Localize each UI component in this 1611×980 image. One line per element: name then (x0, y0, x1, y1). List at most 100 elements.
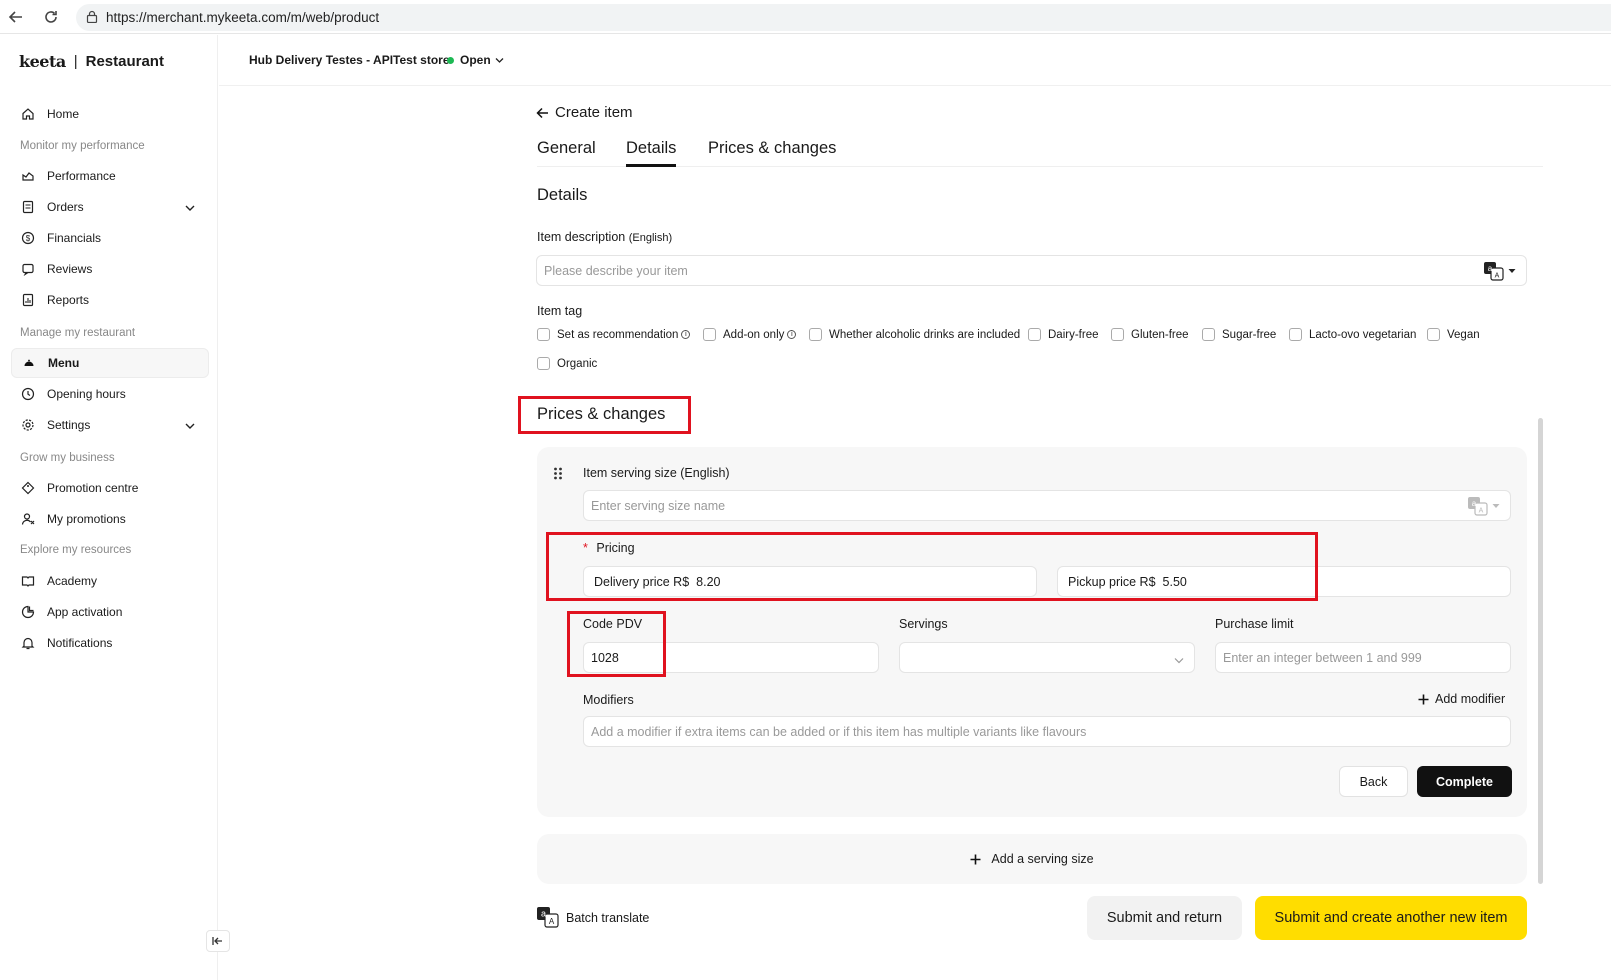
add-serving-size-label: Add a serving size (991, 852, 1094, 866)
back-button[interactable]: Back (1339, 766, 1408, 797)
batch-translate-button[interactable]: aA Batch translate (536, 906, 649, 929)
tag-label: Organic (557, 357, 598, 370)
sidebar-item-home[interactable]: Home (11, 99, 209, 129)
sidebar-item-label: Reviews (47, 262, 93, 276)
modifiers-input[interactable]: Add a modifier if extra items can be add… (583, 716, 1511, 747)
submit-and-return-button[interactable]: Submit and return (1087, 896, 1242, 940)
sidebar-item-financials[interactable]: $ Financials (11, 223, 209, 253)
drag-handle-icon[interactable] (553, 467, 563, 483)
tag-checkbox[interactable]: Add-on only i (703, 328, 797, 341)
checkbox[interactable] (1028, 328, 1041, 341)
tag-checkbox[interactable]: Sugar-free (1202, 328, 1276, 341)
sidebar-item-reviews[interactable]: Reviews (11, 254, 209, 284)
sidebar-item-my-promotions[interactable]: My promotions (11, 504, 209, 534)
collapse-sidebar-button[interactable] (206, 930, 230, 952)
info-icon[interactable]: i (681, 330, 691, 339)
lock-icon (86, 10, 98, 26)
reviews-icon (21, 262, 35, 276)
address-bar[interactable]: https://merchant.mykeeta.com/m/web/produ… (76, 4, 1611, 31)
sidebar-item-reports[interactable]: Reports (11, 285, 209, 315)
checkbox[interactable] (1427, 328, 1440, 341)
chevron-down-icon (1174, 653, 1184, 667)
store-name: Hub Delivery Testes - APITest store (249, 53, 450, 67)
sidebar-item-label: Menu (48, 356, 80, 370)
sidebar-item-label: Financials (47, 231, 102, 245)
tag-checkbox[interactable]: Set as recommendation i (537, 328, 691, 341)
serving-size-label-text: Item serving size (583, 466, 677, 480)
sidebar-item-menu[interactable]: Menu (11, 348, 209, 378)
tab-prices-changes[interactable]: Prices & changes (708, 139, 836, 167)
highlight-box-code-pdv (567, 611, 666, 677)
sidebar-item-academy[interactable]: Academy (11, 566, 209, 596)
info-icon[interactable]: i (787, 330, 797, 339)
modifiers-label: Modifiers (583, 693, 634, 707)
add-modifier-button[interactable]: Add modifier (1418, 692, 1505, 706)
back-to-items-link[interactable]: Create item (536, 104, 633, 121)
serving-size-input[interactable]: Enter serving size name aA (583, 490, 1511, 521)
add-modifier-label: Add modifier (1435, 692, 1506, 706)
servings-select[interactable] (899, 642, 1195, 673)
add-serving-size-button[interactable]: Add a serving size (537, 834, 1527, 884)
svg-text:A: A (1479, 508, 1484, 515)
sidebar-item-orders[interactable]: Orders (11, 192, 209, 222)
book-icon (21, 574, 35, 588)
sidebar-item-promotion-centre[interactable]: Promotion centre (11, 473, 209, 503)
sidebar-item-settings[interactable]: Settings (11, 410, 209, 440)
user-promo-icon (21, 512, 35, 526)
store-status-dropdown[interactable]: Open (447, 53, 504, 67)
back-arrow-icon[interactable] (6, 7, 26, 27)
sidebar-item-opening-hours[interactable]: Opening hours (11, 379, 209, 409)
dollar-icon: $ (21, 231, 35, 245)
translate-dropdown[interactable]: aA (1467, 496, 1500, 516)
tag-label: Vegan (1447, 328, 1480, 341)
checkbox[interactable] (1289, 328, 1302, 341)
plus-icon (970, 854, 981, 865)
checkbox[interactable] (1111, 328, 1124, 341)
sidebar: keeta | Restaurant Home Monitor my perfo… (0, 35, 218, 980)
complete-button[interactable]: Complete (1417, 766, 1512, 797)
tag-checkbox[interactable]: Whether alcoholic drinks are included (809, 328, 1020, 341)
translate-dropdown[interactable]: aA (1483, 261, 1516, 281)
batch-translate-label: Batch translate (566, 910, 650, 925)
highlight-box-pricing (546, 532, 1318, 601)
checkbox[interactable] (1202, 328, 1215, 341)
tab-details[interactable]: Details (626, 139, 677, 167)
item-description-input[interactable]: Please describe your item aA (536, 255, 1527, 286)
item-description-placeholder: Please describe your item (544, 263, 688, 278)
svg-text:$: $ (26, 234, 31, 243)
brand-separator: | (73, 53, 78, 70)
purchase-limit-input[interactable]: Enter an integer between 1 and 999 (1215, 642, 1511, 673)
reload-icon[interactable] (41, 7, 61, 27)
checkbox[interactable] (537, 328, 550, 341)
checkbox[interactable] (537, 357, 550, 370)
bell-icon (21, 636, 35, 650)
store-header: Hub Delivery Testes - APITest store Open (219, 35, 1611, 86)
content-scrollbar[interactable] (1538, 418, 1543, 884)
tag-checkbox[interactable]: Organic (537, 357, 597, 370)
sidebar-item-app-activation[interactable]: App activation (11, 597, 209, 627)
svg-text:A: A (549, 917, 555, 926)
servings-label: Servings (899, 617, 948, 631)
sidebar-item-label: Academy (47, 574, 98, 588)
caret-down-icon (1492, 504, 1500, 508)
brand-logo: keeta (19, 52, 66, 71)
tag-checkbox[interactable]: Vegan (1427, 328, 1480, 341)
caret-down-icon (1508, 269, 1516, 273)
submit-and-create-new-button[interactable]: Submit and create another new item (1255, 896, 1527, 940)
serving-size-placeholder: Enter serving size name (591, 498, 726, 513)
tag-label: Whether alcoholic drinks are included (829, 328, 1021, 341)
page-title: Create item (555, 104, 633, 121)
checkbox[interactable] (809, 328, 822, 341)
tag-checkbox[interactable]: Dairy-free (1028, 328, 1098, 341)
tag-checkbox[interactable]: Lacto-ovo vegetarian (1289, 328, 1416, 341)
sidebar-item-performance[interactable]: Performance (11, 161, 209, 191)
cloche-icon (22, 356, 36, 370)
svg-text:a: a (541, 909, 546, 919)
tag-checkbox[interactable]: Gluten-free (1111, 328, 1189, 341)
brand[interactable]: keeta | Restaurant (19, 52, 164, 71)
translate-icon: aA (537, 907, 559, 928)
sidebar-item-notifications[interactable]: Notifications (11, 628, 209, 658)
checkbox[interactable] (703, 328, 716, 341)
svg-text:A: A (1495, 273, 1500, 280)
tab-general[interactable]: General (537, 139, 596, 167)
